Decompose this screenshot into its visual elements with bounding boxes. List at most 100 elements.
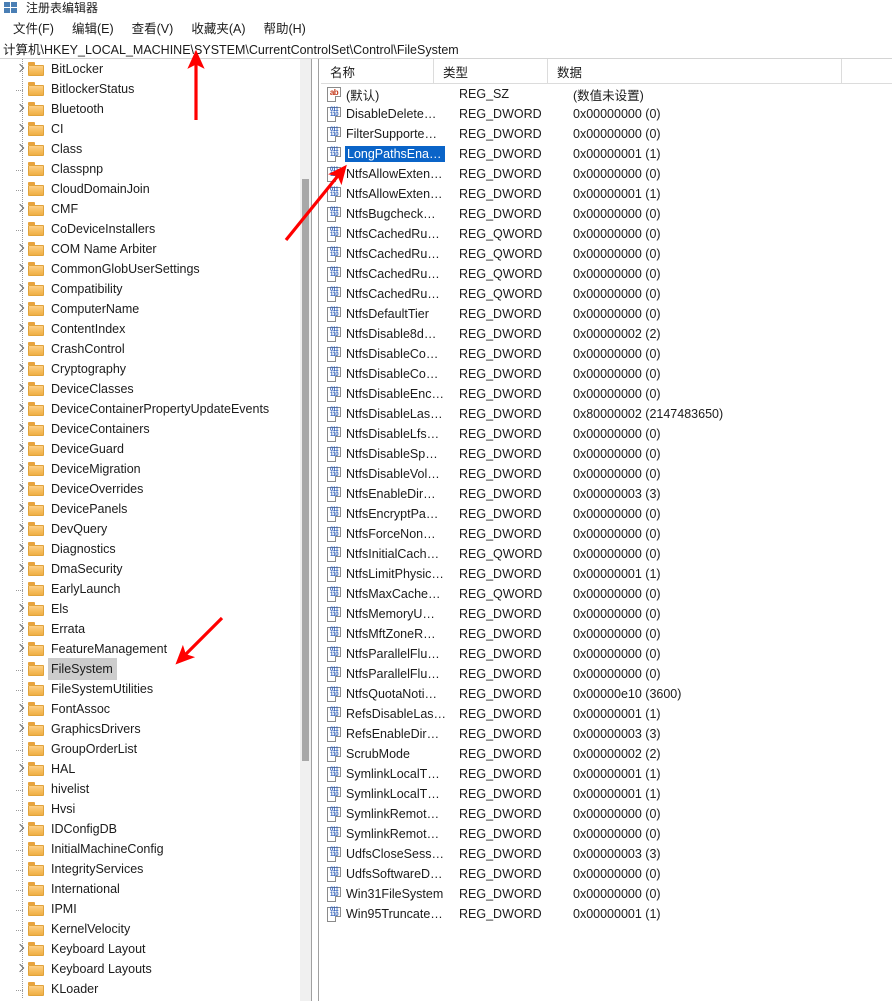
tree-item-kloader[interactable]: KLoader xyxy=(0,979,311,999)
table-row[interactable]: 011 110 NtfsCachedRu… REG_QWORD 0x00000000 (… xyxy=(321,224,892,244)
tree-item-els[interactable]: Els xyxy=(0,599,311,619)
tree-item-international[interactable]: International xyxy=(0,879,311,899)
tree-item-fontassoc[interactable]: FontAssoc xyxy=(0,699,311,719)
table-row[interactable]: 011 110 NtfsEncryptPa… REG_DWORD 0x00000000 … xyxy=(321,504,892,524)
table-row[interactable]: 011 110 NtfsDisableCo… REG_DWORD 0x00000000 … xyxy=(321,344,892,364)
menu-item-3[interactable]: 查看(V) xyxy=(123,16,183,39)
tree-item-cryptography[interactable]: Cryptography xyxy=(0,359,311,379)
table-row[interactable]: 011 110 NtfsForceNon… REG_DWORD 0x00000000 (… xyxy=(321,524,892,544)
chevron-right-icon[interactable] xyxy=(14,321,28,337)
chevron-right-icon[interactable] xyxy=(14,521,28,537)
column-header-name[interactable]: 名称 xyxy=(321,59,434,84)
table-row[interactable]: 011 110 UdfsCloseSess… REG_DWORD 0x00000003 … xyxy=(321,844,892,864)
table-row[interactable]: 011 110 SymlinkRemot… REG_DWORD 0x00000000 (… xyxy=(321,824,892,844)
tree-item-dmasecurity[interactable]: DmaSecurity xyxy=(0,559,311,579)
tree-item-filesystemutilities[interactable]: FileSystemUtilities xyxy=(0,679,311,699)
tree-item-com-name-arbiter[interactable]: COM Name Arbiter xyxy=(0,239,311,259)
table-row[interactable]: 011 110 NtfsDisableSp… REG_DWORD 0x00000000 … xyxy=(321,444,892,464)
table-row[interactable]: 011 110 NtfsBugcheck… REG_DWORD 0x00000000 (… xyxy=(321,204,892,224)
tree-item-devicecontainers[interactable]: DeviceContainers xyxy=(0,419,311,439)
chevron-right-icon[interactable] xyxy=(14,601,28,617)
menu-item-5[interactable]: 帮助(H) xyxy=(254,16,314,39)
chevron-right-icon[interactable] xyxy=(14,121,28,137)
tree-item-idconfigdb[interactable]: IDConfigDB xyxy=(0,819,311,839)
chevron-right-icon[interactable] xyxy=(14,61,28,77)
chevron-right-icon[interactable] xyxy=(14,361,28,377)
chevron-right-icon[interactable] xyxy=(14,421,28,437)
tree-vertical-scrollbar[interactable] xyxy=(300,59,311,1001)
tree-item-compatibility[interactable]: Compatibility xyxy=(0,279,311,299)
chevron-right-icon[interactable] xyxy=(14,561,28,577)
registry-values-pane[interactable]: 名称 类型 数据 ab (默认) REG_SZ (数值未设置) 011 110 Disabl… xyxy=(321,59,892,1001)
chevron-right-icon[interactable] xyxy=(14,621,28,637)
chevron-right-icon[interactable] xyxy=(14,101,28,117)
chevron-right-icon[interactable] xyxy=(14,821,28,837)
table-row[interactable]: 011 110 SymlinkRemot… REG_DWORD 0x00000000 (… xyxy=(321,804,892,824)
table-row[interactable]: 011 110 Win95Truncate… REG_DWORD 0x00000001 … xyxy=(321,904,892,924)
tree-item-bitlockerstatus[interactable]: BitlockerStatus xyxy=(0,79,311,99)
table-row[interactable]: 011 110 UdfsSoftwareD… REG_DWORD 0x00000000 … xyxy=(321,864,892,884)
tree-item-earlylaunch[interactable]: EarlyLaunch xyxy=(0,579,311,599)
chevron-right-icon[interactable] xyxy=(14,721,28,737)
table-row[interactable]: ab (默认) REG_SZ (数值未设置) xyxy=(321,84,892,104)
tree-item-ipmi[interactable]: IPMI xyxy=(0,899,311,919)
tree-item-computername[interactable]: ComputerName xyxy=(0,299,311,319)
table-row[interactable]: 011 110 NtfsQuotaNoti… REG_DWORD 0x00000e10 … xyxy=(321,684,892,704)
tree-item-deviceoverrides[interactable]: DeviceOverrides xyxy=(0,479,311,499)
chevron-right-icon[interactable] xyxy=(14,481,28,497)
chevron-right-icon[interactable] xyxy=(14,461,28,477)
column-header-data[interactable]: 数据 xyxy=(548,59,842,84)
chevron-right-icon[interactable] xyxy=(14,761,28,777)
column-header-type[interactable]: 类型 xyxy=(434,59,548,84)
table-row[interactable]: 011 110 NtfsDisableLfs… REG_DWORD 0x00000000… xyxy=(321,424,892,444)
table-row[interactable]: 011 110 NtfsParallelFlu… REG_DWORD 0x0000000… xyxy=(321,644,892,664)
chevron-right-icon[interactable] xyxy=(14,441,28,457)
table-row[interactable]: 011 110 RefsDisableLas… REG_DWORD 0x00000001… xyxy=(321,704,892,724)
tree-item-bluetooth[interactable]: Bluetooth xyxy=(0,99,311,119)
tree-item-hvsi[interactable]: Hvsi xyxy=(0,799,311,819)
pane-splitter[interactable] xyxy=(311,59,319,1001)
registry-key-tree[interactable]: BitLocker BitlockerStatus Bluetooth CI Class… xyxy=(0,59,311,1001)
table-row[interactable]: 011 110 NtfsMftZoneR… REG_DWORD 0x00000000 (… xyxy=(321,624,892,644)
table-row[interactable]: 011 110 NtfsDisable8d… REG_DWORD 0x00000002 … xyxy=(321,324,892,344)
chevron-right-icon[interactable] xyxy=(14,341,28,357)
tree-item-diagnostics[interactable]: Diagnostics xyxy=(0,539,311,559)
table-row[interactable]: 011 110 FilterSupporte… REG_DWORD 0x00000000… xyxy=(321,124,892,144)
tree-item-graphicsdrivers[interactable]: GraphicsDrivers xyxy=(0,719,311,739)
tree-item-hivelist[interactable]: hivelist xyxy=(0,779,311,799)
tree-item-deviceguard[interactable]: DeviceGuard xyxy=(0,439,311,459)
chevron-right-icon[interactable] xyxy=(14,501,28,517)
tree-item-classpnp[interactable]: Classpnp xyxy=(0,159,311,179)
tree-item-codeviceinstallers[interactable]: CoDeviceInstallers xyxy=(0,219,311,239)
chevron-right-icon[interactable] xyxy=(14,241,28,257)
tree-item-devicepanels[interactable]: DevicePanels xyxy=(0,499,311,519)
chevron-right-icon[interactable] xyxy=(14,201,28,217)
tree-item-keyboard-layouts[interactable]: Keyboard Layouts xyxy=(0,959,311,979)
table-row[interactable]: 011 110 NtfsInitialCach… REG_QWORD 0x0000000… xyxy=(321,544,892,564)
table-row[interactable]: 011 110 DisableDelete… REG_DWORD 0x00000000 … xyxy=(321,104,892,124)
tree-item-crashcontrol[interactable]: CrashControl xyxy=(0,339,311,359)
table-row[interactable]: 011 110 NtfsCachedRu… REG_QWORD 0x00000000 (… xyxy=(321,244,892,264)
chevron-right-icon[interactable] xyxy=(14,261,28,277)
table-row[interactable]: 011 110 NtfsCachedRu… REG_QWORD 0x00000000 (… xyxy=(321,284,892,304)
tree-item-contentindex[interactable]: ContentIndex xyxy=(0,319,311,339)
chevron-right-icon[interactable] xyxy=(14,701,28,717)
tree-item-filesystem[interactable]: FileSystem xyxy=(0,658,311,680)
chevron-right-icon[interactable] xyxy=(14,141,28,157)
table-row[interactable]: 011 110 NtfsAllowExten… REG_DWORD 0x00000001… xyxy=(321,184,892,204)
table-row[interactable]: 011 110 NtfsEnableDir… REG_DWORD 0x00000003 … xyxy=(321,484,892,504)
tree-item-devquery[interactable]: DevQuery xyxy=(0,519,311,539)
address-bar[interactable]: 计算机\HKEY_LOCAL_MACHINE\SYSTEM\CurrentCon… xyxy=(0,38,892,59)
table-row[interactable]: 011 110 SymlinkLocalT… REG_DWORD 0x00000001 … xyxy=(321,764,892,784)
menu-item-2[interactable]: 编辑(E) xyxy=(63,16,123,39)
chevron-right-icon[interactable] xyxy=(14,301,28,317)
tree-item-cmf[interactable]: CMF xyxy=(0,199,311,219)
chevron-right-icon[interactable] xyxy=(14,641,28,657)
tree-item-commonglobusersettings[interactable]: CommonGlobUserSettings xyxy=(0,259,311,279)
table-row[interactable]: 011 110 NtfsDisableCo… REG_DWORD 0x00000000 … xyxy=(321,364,892,384)
table-row[interactable]: 011 110 NtfsAllowExten… REG_DWORD 0x00000000… xyxy=(321,164,892,184)
tree-item-ci[interactable]: CI xyxy=(0,119,311,139)
table-row[interactable]: 011 110 Win31FileSystem REG_DWORD 0x00000000… xyxy=(321,884,892,904)
tree-item-kernelvelocity[interactable]: KernelVelocity xyxy=(0,919,311,939)
tree-item-bitlocker[interactable]: BitLocker xyxy=(0,59,311,79)
